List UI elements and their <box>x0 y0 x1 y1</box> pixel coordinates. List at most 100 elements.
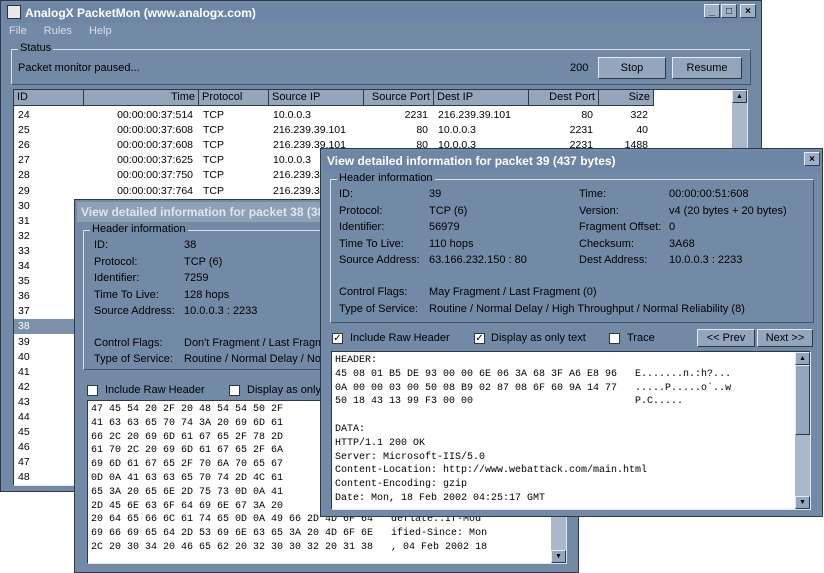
prev-button[interactable]: << Prev <box>697 329 755 347</box>
column-header-source-ip[interactable]: Source IP <box>269 90 364 106</box>
table-cell: 30 <box>18 199 30 212</box>
table-cell: 216.239.39.101 <box>273 124 346 137</box>
field-value: 10.0.0.3 : 2233 <box>669 254 743 266</box>
packet-39-tos-label: Type of Service: <box>339 303 418 315</box>
table-cell: 00:00:00:37:608 <box>117 139 193 152</box>
column-header-size[interactable]: Size <box>599 90 654 106</box>
field-label: ID: <box>94 239 109 251</box>
packet-39-title: View detailed information for packet 39 … <box>327 154 616 168</box>
resume-button[interactable]: Resume <box>672 57 742 79</box>
packet-38-include-raw-label: Include Raw Header <box>105 384 205 396</box>
table-cell: 38 <box>18 320 30 333</box>
table-cell: 2231 <box>569 124 593 137</box>
table-cell: 43 <box>18 395 30 408</box>
table-cell: 80 <box>416 124 428 137</box>
scroll-up-icon[interactable]: ▲ <box>732 90 747 103</box>
column-header-time[interactable]: Time <box>84 90 199 106</box>
packet-39-tos-value: Routine / Normal Delay / High Throughput… <box>429 303 745 315</box>
packet-39-raw-data[interactable]: HEADER: 45 08 01 B5 DE 93 00 00 6E 06 3A… <box>331 351 811 510</box>
field-value: 10.0.0.3 : 2233 <box>184 305 258 317</box>
field-label: Checksum: <box>579 237 635 250</box>
table-cell: 40 <box>636 124 648 137</box>
field-label: Source Address: <box>339 254 420 266</box>
field-value: 38 <box>184 239 197 251</box>
field-value: TCP (6) <box>184 255 223 268</box>
packet-38-control-flags-label: Control Flags: <box>94 337 163 349</box>
table-cell: 39 <box>18 335 30 348</box>
packet-39-window: View detailed information for packet 39 … <box>320 148 823 517</box>
table-cell: 00:00:00:37:625 <box>117 154 193 167</box>
field-label: Time To Live: <box>94 288 159 301</box>
field-value: 7259 <box>184 272 209 284</box>
table-cell: 2231 <box>404 109 428 121</box>
field-value: 0 <box>669 221 676 233</box>
field-label: Version: <box>579 204 619 217</box>
table-cell: 80 <box>581 109 593 121</box>
table-cell: 29 <box>18 184 30 197</box>
menu-help[interactable]: Help <box>89 25 112 37</box>
field-value: 00:00:00:51:608 <box>669 188 749 200</box>
table-cell: 32 <box>18 229 30 242</box>
table-cell: 00:00:00:37:514 <box>117 109 193 121</box>
table-row[interactable]: 24 00:00:00:37:514 TCP 10.0.0.3 2231 216.239.… <box>14 108 731 123</box>
field-label: Fragment Offset: <box>579 221 662 233</box>
packet-39-titlebar[interactable]: View detailed information for packet 39 … <box>323 151 820 171</box>
next-button[interactable]: Next >> <box>757 329 813 347</box>
packet-39-trace-checkbox[interactable] <box>609 333 620 344</box>
table-cell: 37 <box>18 305 30 318</box>
column-header-dest-ip[interactable]: Dest IP <box>434 90 529 106</box>
field-label: Identifier: <box>339 221 385 233</box>
packet-38-include-raw-checkbox[interactable] <box>87 385 98 396</box>
packet-39-control-flags-label: Control Flags: <box>339 286 408 298</box>
maximize-icon[interactable]: □ <box>721 4 737 18</box>
table-row[interactable]: 25 00:00:00:37:608 TCP 216.239.39.101 80 10.0… <box>14 123 731 138</box>
menu-file[interactable]: File <box>9 25 27 37</box>
table-cell: TCP <box>203 109 224 121</box>
main-titlebar[interactable]: AnalogX PacketMon (www.analogx.com) <box>3 3 759 23</box>
status-group-label: Status <box>18 42 54 54</box>
menu-rules[interactable]: Rules <box>44 25 72 37</box>
field-value: 3A68 <box>669 237 695 250</box>
column-header-protocol[interactable]: Protocol <box>199 90 269 106</box>
table-cell: 45 <box>18 426 30 439</box>
packet-38-display-text-checkbox[interactable] <box>229 385 240 396</box>
field-label: Dest Address: <box>579 254 648 266</box>
scroll-thumb[interactable] <box>795 365 810 435</box>
table-cell: TCP <box>203 139 224 152</box>
scroll-up-icon[interactable]: ▲ <box>795 352 810 365</box>
table-cell: 25 <box>18 124 30 137</box>
column-header-source-port[interactable]: Source Port <box>364 90 434 106</box>
field-label: Time To Live: <box>339 237 404 250</box>
table-cell: 00:00:00:37:764 <box>117 184 193 197</box>
table-cell: 00:00:00:37:608 <box>117 124 193 137</box>
table-cell: 26 <box>18 139 30 152</box>
packet-39-close-icon[interactable]: × <box>804 152 820 166</box>
table-cell: 34 <box>18 260 30 272</box>
status-text: Packet monitor paused... <box>18 62 140 74</box>
packet-39-display-text-label: Display as only text <box>491 332 586 344</box>
close-icon[interactable]: × <box>740 4 756 18</box>
scroll-down-icon[interactable]: ▼ <box>795 496 810 509</box>
packet-39-include-raw-label: Include Raw Header <box>350 332 450 344</box>
column-header-dest-port[interactable]: Dest Port <box>529 90 599 106</box>
field-value: 56979 <box>429 221 460 233</box>
status-group: Status Packet monitor paused... 200 Stop… <box>11 42 751 85</box>
field-label: Identifier: <box>94 272 140 284</box>
table-cell: TCP <box>203 124 224 137</box>
scroll-down-icon[interactable]: ▼ <box>551 550 566 563</box>
packet-39-include-raw-checkbox[interactable]: ✓ <box>332 333 343 344</box>
table-cell: 36 <box>18 290 30 303</box>
stop-button[interactable]: Stop <box>598 57 666 79</box>
column-header-id[interactable]: ID <box>14 90 84 106</box>
table-cell: 46 <box>18 441 30 454</box>
packet-39-display-text-checkbox[interactable]: ✓ <box>474 333 485 344</box>
field-value: TCP (6) <box>429 204 468 217</box>
minimize-icon[interactable]: _ <box>704 4 720 18</box>
field-label: ID: <box>339 188 354 200</box>
field-value: 39 <box>429 188 442 200</box>
table-cell: TCP <box>203 154 224 167</box>
table-cell: 48 <box>18 471 30 484</box>
table-cell: 322 <box>630 109 648 121</box>
field-label: Protocol: <box>339 204 383 217</box>
packet-39-scrollbar[interactable]: ▲ ▼ <box>795 352 810 509</box>
